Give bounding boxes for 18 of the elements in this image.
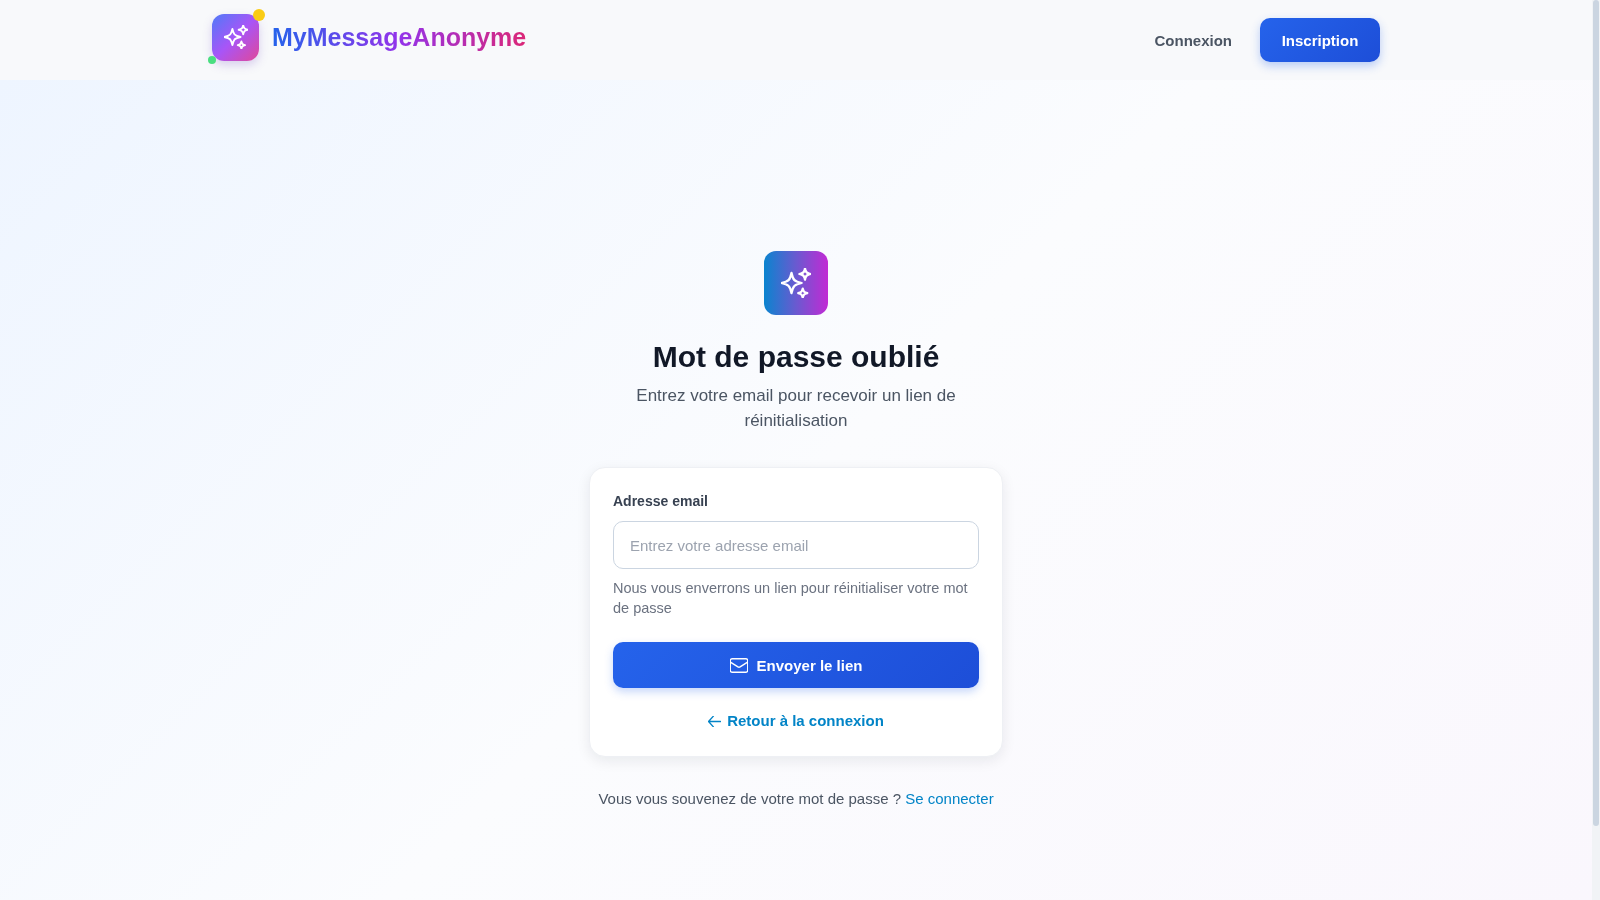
dot-icon — [208, 55, 216, 64]
scrollbar-thumb[interactable] — [1593, 0, 1599, 826]
page-subtitle: Entrez votre email pour recevoir un lien de réinitialisation — [635, 385, 957, 432]
page-title: Mot de passe oublié — [652, 339, 940, 375]
send-link-button[interactable]: Envoyer le lien — [613, 642, 979, 688]
back-to-login-link[interactable]: Retour à la connexion — [708, 711, 884, 731]
email-input-field[interactable]: Entrez votre adresse email — [613, 521, 979, 569]
signup-button[interactable]: Inscription — [1260, 18, 1380, 62]
arrow-left-icon — [708, 715, 722, 727]
sparkles-logo-icon[interactable] — [212, 13, 259, 61]
field-label: Adresse email — [613, 492, 708, 511]
login-prompt: Vous vous souvenez de votre mot de passe ? Se connecter — [598, 789, 994, 809]
dot-icon — [253, 8, 265, 21]
login-link[interactable]: Se connecter — [905, 790, 994, 807]
sparkles-icon — [764, 251, 828, 315]
mail-icon — [729, 657, 748, 673]
login-link[interactable]: Connexion — [1154, 31, 1232, 49]
field-hint: Nous vous enverrons un lien pour réinitialiser votre mot de passe — [613, 579, 969, 618]
